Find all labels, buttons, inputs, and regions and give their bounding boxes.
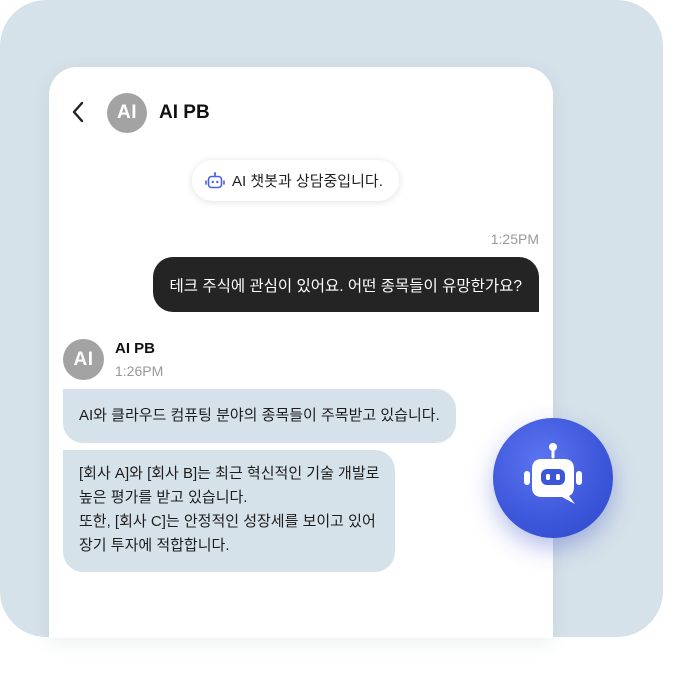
user-message-bubble: 테크 주식에 관심이 있어요. 어떤 종목들이 유망한가요? xyxy=(152,257,539,312)
bot-avatar: AI xyxy=(63,339,104,380)
bubble-line: 또한, [회사 C]는 안정적인 성장세를 보이고 있어 xyxy=(79,513,376,530)
bot-name: AI PB xyxy=(115,340,156,357)
bubble-line: [회사 A]와 [회사 B]는 최근 혁신적인 기술 개발로 xyxy=(79,465,380,482)
robot-icon xyxy=(205,171,225,190)
bubble-line: 높은 평가를 받고 있습니다. xyxy=(79,489,248,506)
chevron-left-icon xyxy=(72,101,84,123)
back-button[interactable] xyxy=(65,97,91,127)
page-title: AI PB xyxy=(159,102,210,123)
chatbot-launch-button[interactable] xyxy=(493,418,613,538)
message-timestamp: 1:26PM xyxy=(115,363,164,379)
bot-message-bubble: AI와 클라우드 컴퓨팅 분야의 종목들이 주목받고 있습니다. xyxy=(63,389,456,443)
status-text: AI 챗봇과 상담중입니다. xyxy=(232,173,383,190)
chat-window: AI AI PB AI 챗봇과 상담중입니다. 1:25PM 테크 주식에 관심… xyxy=(49,67,553,638)
message-timestamp: 1:25PM xyxy=(490,231,539,247)
chatbot-icon xyxy=(524,443,582,504)
bot-message-bubble: [회사 A]와 [회사 B]는 최근 혁신적인 기술 개발로 높은 평가를 받고… xyxy=(63,450,396,572)
status-badge: AI 챗봇과 상담중입니다. xyxy=(192,160,399,201)
bubble-line: 장기 투자에 적합합니다. xyxy=(79,537,230,554)
avatar: AI xyxy=(107,93,147,133)
chat-header: AI AI PB xyxy=(49,67,553,159)
